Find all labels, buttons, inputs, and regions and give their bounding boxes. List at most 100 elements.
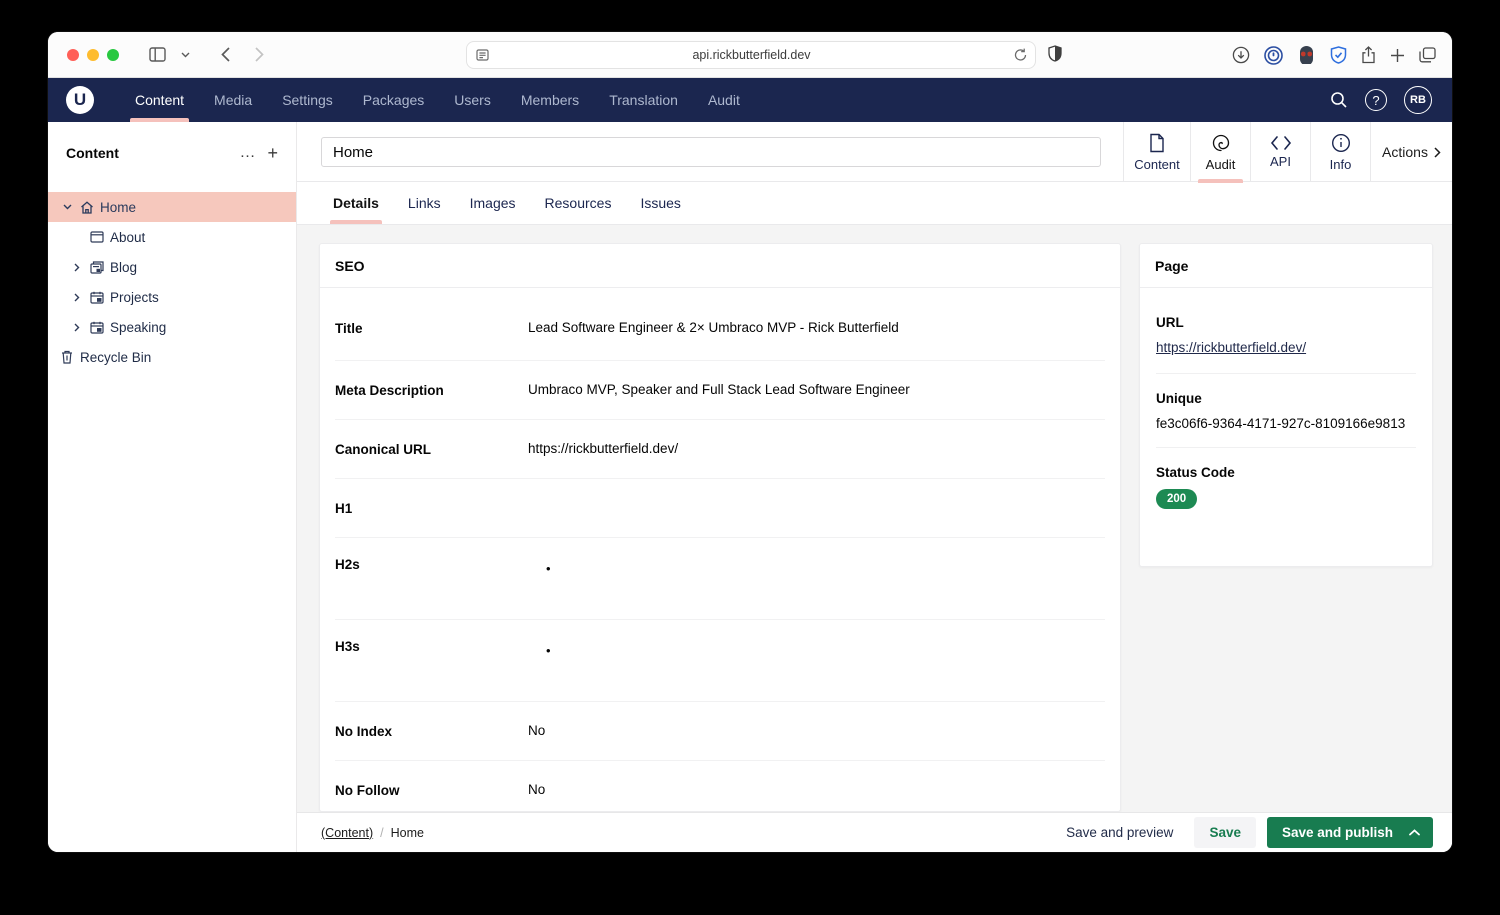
field-label: H1 (335, 501, 528, 516)
page-url-link[interactable]: https://rickbutterfield.dev/ (1156, 340, 1306, 355)
browser-toolbar: api.rickbutterfield.dev (48, 32, 1452, 78)
page-window-icon (90, 230, 104, 244)
user-avatar[interactable]: RB (1404, 86, 1432, 114)
app-tab-audit[interactable]: Audit (1190, 122, 1250, 182)
field-label: H2s (335, 557, 528, 572)
reader-view-icon[interactable] (476, 49, 489, 61)
tree-item-recycle-bin[interactable]: Recycle Bin (48, 342, 296, 372)
zoom-window-button[interactable] (107, 49, 119, 61)
section-nav: Content Media Settings Packages Users Me… (120, 78, 755, 122)
app-tab-label: Audit (1206, 157, 1236, 172)
chevron-down-icon[interactable] (171, 41, 199, 69)
help-icon[interactable]: ? (1365, 89, 1387, 111)
tab-links[interactable]: Links (408, 182, 441, 224)
calendar-grid-icon (90, 290, 104, 304)
chevron-right-icon[interactable] (70, 320, 84, 334)
tab-issues[interactable]: Issues (640, 182, 680, 224)
chevron-up-icon[interactable] (1409, 829, 1420, 836)
field-label: No Index (335, 724, 528, 739)
forward-icon[interactable] (245, 41, 273, 69)
info-icon (1331, 133, 1351, 153)
nav-item-settings[interactable]: Settings (267, 78, 348, 122)
tree-item-blog[interactable]: Blog (48, 252, 296, 282)
list-item (528, 560, 1105, 582)
umbraco-logo[interactable]: U (66, 86, 94, 114)
audit-spiral-icon (1211, 133, 1231, 153)
url-label: URL (1156, 315, 1416, 330)
tab-images[interactable]: Images (470, 182, 516, 224)
umbraco-top-nav: U Content Media Settings Packages Users … (48, 78, 1452, 122)
tree-item-label: Blog (110, 260, 137, 275)
seo-card-heading: SEO (320, 244, 1120, 288)
actions-button[interactable]: Actions (1370, 122, 1452, 182)
seo-row-no-follow: No Follow No (335, 760, 1105, 812)
tree-item-speaking[interactable]: Speaking (48, 312, 296, 342)
shield-check-extension-icon[interactable] (1330, 46, 1347, 64)
share-icon[interactable] (1361, 46, 1376, 64)
tree-item-home[interactable]: Home (48, 192, 296, 222)
privacy-shield-icon[interactable] (1048, 45, 1062, 62)
downloads-icon[interactable] (1232, 46, 1250, 64)
chevron-right-icon[interactable] (70, 290, 84, 304)
reload-icon[interactable] (1014, 48, 1027, 62)
sidebar-toggle-icon[interactable] (143, 41, 171, 69)
app-tab-api[interactable]: API (1250, 122, 1310, 182)
tree-options-icon[interactable]: … (239, 145, 255, 161)
back-icon[interactable] (211, 41, 239, 69)
seo-card: SEO Title Lead Software Engineer & 2× Um… (319, 243, 1121, 812)
tab-resources[interactable]: Resources (545, 182, 612, 224)
field-label: Title (335, 321, 528, 336)
h3-list (528, 642, 1105, 664)
editor-footer: (Content) / Home Save and preview Save S… (297, 812, 1452, 852)
app-tab-info[interactable]: Info (1310, 122, 1370, 182)
seo-row-h1: H1 (335, 478, 1105, 537)
app-tab-content[interactable]: Content (1123, 122, 1190, 182)
nav-item-media[interactable]: Media (199, 78, 267, 122)
search-icon[interactable] (1330, 91, 1348, 109)
avatar-initials: RB (1410, 94, 1426, 106)
h2-list (528, 560, 1105, 582)
seo-row-canonical-url: Canonical URL https://rickbutterfield.de… (335, 419, 1105, 478)
editor-panel: Content Audit API (297, 122, 1452, 852)
page-unique-section: Unique fe3c06f6-9364-4171-927c-8109166e9… (1156, 374, 1416, 448)
onepassword-extension-icon[interactable] (1264, 46, 1283, 65)
document-name-input[interactable] (321, 137, 1101, 167)
page-status-section: Status Code 200 (1156, 448, 1416, 525)
app-tab-label: Info (1330, 157, 1352, 172)
content-tree: Home About Blog (48, 192, 296, 372)
save-and-preview-button[interactable]: Save and preview (1056, 819, 1183, 846)
save-and-publish-button[interactable]: Save and publish (1267, 817, 1433, 848)
minimize-window-button[interactable] (87, 49, 99, 61)
seo-row-title: Title Lead Software Engineer & 2× Umbrac… (335, 296, 1105, 360)
chevron-right-icon[interactable] (70, 260, 84, 274)
status-badge: 200 (1156, 489, 1197, 509)
tree-item-label: About (110, 230, 145, 245)
status-code-label: Status Code (1156, 465, 1416, 480)
nav-item-users[interactable]: Users (439, 78, 506, 122)
nav-item-translation[interactable]: Translation (594, 78, 693, 122)
tree-item-about[interactable]: About (48, 222, 296, 252)
field-label: No Follow (335, 783, 528, 798)
address-bar[interactable]: api.rickbutterfield.dev (466, 41, 1036, 69)
home-icon (80, 200, 94, 214)
nav-item-packages[interactable]: Packages (348, 78, 439, 122)
tree-item-projects[interactable]: Projects (48, 282, 296, 312)
nav-item-members[interactable]: Members (506, 78, 594, 122)
chevron-right-icon (1434, 147, 1441, 158)
nav-item-content[interactable]: Content (120, 78, 199, 122)
save-button[interactable]: Save (1194, 817, 1256, 848)
tree-item-label: Home (100, 200, 136, 215)
tab-overview-icon[interactable] (1419, 47, 1436, 63)
tree-add-icon[interactable]: + (267, 144, 278, 162)
article-list-icon (90, 260, 104, 274)
browser-extension-icon[interactable] (1297, 46, 1316, 64)
field-value: Lead Software Engineer & 2× Umbraco MVP … (528, 319, 1105, 337)
tab-details[interactable]: Details (333, 182, 379, 224)
close-window-button[interactable] (67, 49, 79, 61)
sidebar-title: Content (66, 145, 119, 161)
nav-item-audit[interactable]: Audit (693, 78, 755, 122)
new-tab-icon[interactable] (1390, 48, 1405, 63)
tree-item-label: Projects (110, 290, 159, 305)
chevron-down-icon[interactable] (60, 200, 74, 214)
breadcrumb-root-link[interactable]: (Content) (321, 826, 373, 840)
